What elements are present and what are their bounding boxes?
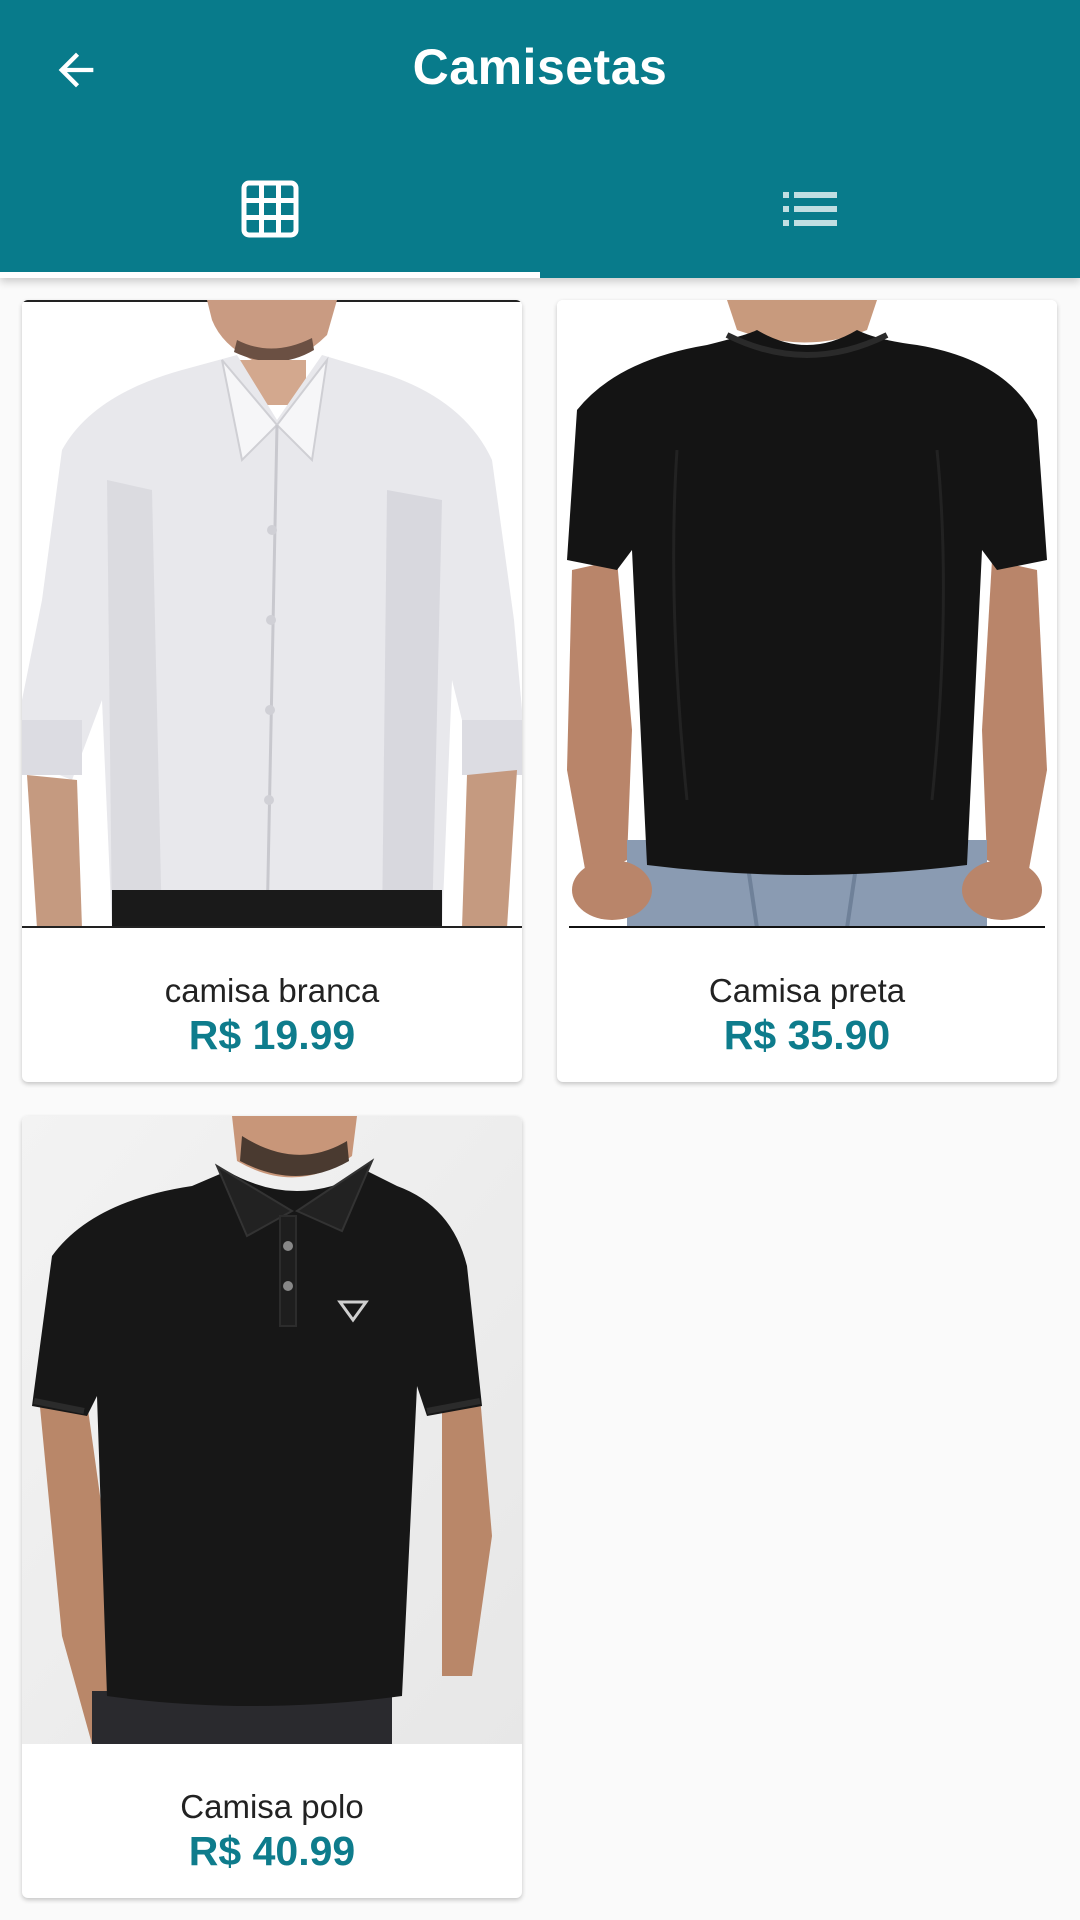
product-card[interactable]: camisa branca R$ 19.99 xyxy=(22,300,522,1082)
product-card[interactable]: Camisa polo R$ 40.99 xyxy=(22,1116,522,1898)
page-title: Camisetas xyxy=(412,39,668,95)
product-card[interactable]: Camisa preta R$ 35.90 xyxy=(557,300,1057,1082)
back-button[interactable] xyxy=(40,34,112,106)
arrow-back-icon xyxy=(58,52,94,88)
product-name: camisa branca xyxy=(164,972,380,1009)
view-tabs xyxy=(0,140,1080,278)
product-image-white-dress-shirt xyxy=(22,300,522,928)
tab-list-view[interactable] xyxy=(540,140,1080,278)
product-price: R$ 19.99 xyxy=(188,1012,356,1058)
tab-indicator xyxy=(0,272,540,278)
product-price: R$ 35.90 xyxy=(723,1012,891,1058)
list-view-icon xyxy=(783,192,837,226)
tab-grid-view[interactable] xyxy=(0,140,540,278)
grid-view-icon xyxy=(241,180,299,238)
product-image-black-polo-shirt xyxy=(22,1116,522,1744)
app-bar: Camisetas xyxy=(0,0,1080,278)
product-name: Camisa polo xyxy=(180,1788,364,1825)
product-name: Camisa preta xyxy=(708,972,906,1009)
product-image-black-t-shirt xyxy=(557,300,1057,928)
product-price: R$ 40.99 xyxy=(188,1828,356,1874)
